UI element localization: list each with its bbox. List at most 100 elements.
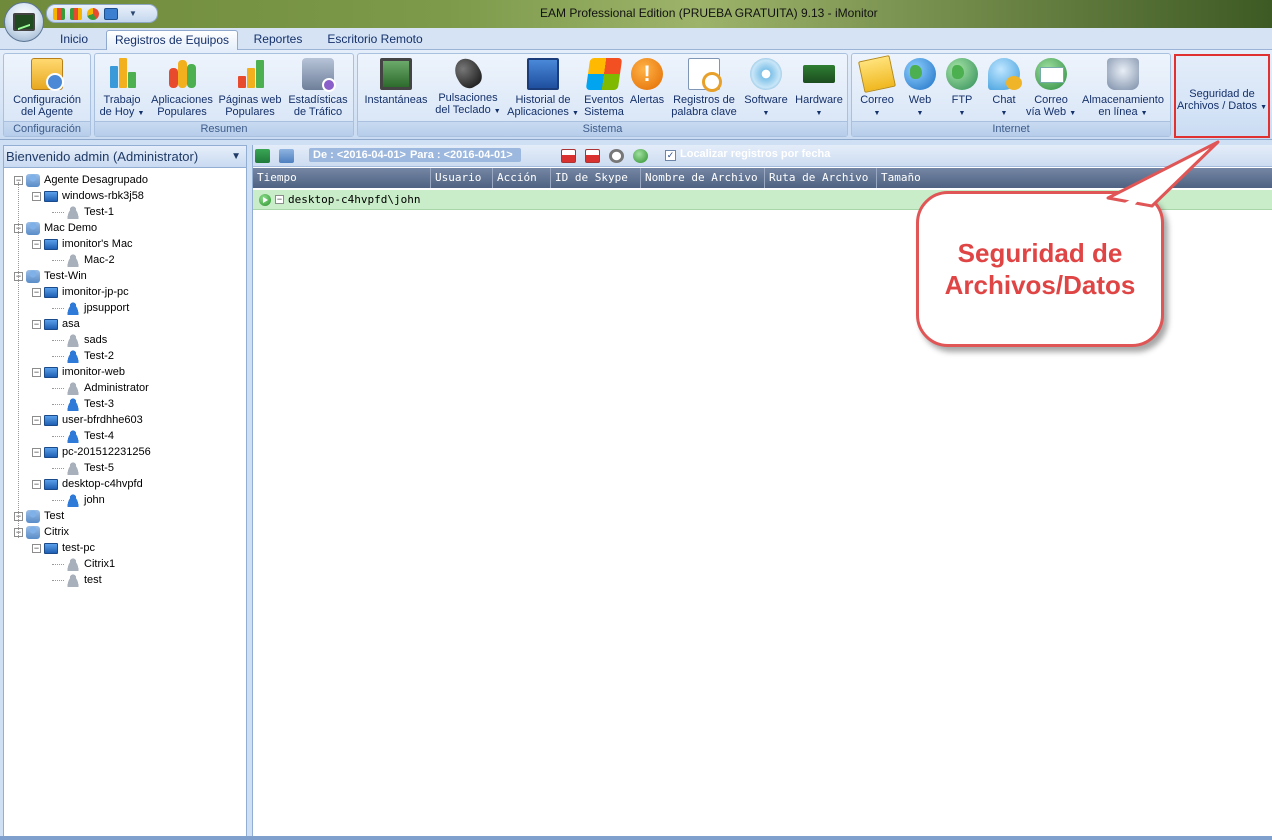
tree-item[interactable]: − Test-Win — [14, 268, 87, 284]
tree-guide-line — [18, 182, 19, 538]
network-icon — [26, 525, 40, 539]
estadisticas-de-trafico-button[interactable]: Estadísticas de Tráfico — [285, 56, 351, 122]
instantaneas-button[interactable]: Instantáneas — [361, 56, 431, 122]
correo-button[interactable]: Correo ▼ — [854, 55, 900, 122]
tree-item[interactable]: Mac-2 — [52, 252, 115, 268]
column-header-nombre-archivo[interactable]: Nombre de Archivo — [641, 168, 765, 188]
tree-item[interactable]: − Mac Demo — [14, 220, 97, 236]
tree-item[interactable]: Test-4 — [52, 428, 114, 444]
collapse-icon[interactable]: − — [32, 543, 41, 553]
config-agent-button[interactable]: Configuración del Agente — [6, 56, 88, 122]
collapse-icon[interactable]: − — [32, 191, 41, 201]
software-button[interactable]: Software ▼ — [741, 56, 791, 122]
tab-inicio[interactable]: Inicio — [50, 30, 98, 50]
column-header-tiempo[interactable]: Tiempo — [253, 168, 431, 188]
tree-item[interactable]: Administrator — [52, 380, 149, 396]
tree-connector — [52, 211, 64, 213]
dropdown-arrow-icon: ▼ — [1000, 110, 1008, 117]
alertas-button[interactable]: ! Alertas — [628, 56, 666, 122]
tree-item[interactable]: Test-3 — [52, 396, 114, 412]
window-title: EAM Professional Edition (PRUEBA GRATUIT… — [540, 6, 878, 20]
tree-item[interactable]: sads — [52, 332, 107, 348]
tree-item-label: john — [84, 494, 105, 506]
collapse-icon[interactable]: − — [32, 287, 41, 297]
tree-item[interactable]: test — [52, 572, 102, 588]
tab-reportes[interactable]: Reportes — [246, 30, 310, 50]
hardware-card-icon — [803, 65, 835, 83]
tree-item[interactable]: Test-2 — [52, 348, 114, 364]
tree-item[interactable]: − asa — [32, 316, 80, 332]
network-icon — [26, 269, 40, 283]
column-header-tamano[interactable]: Tamaño — [877, 168, 1272, 188]
tree-item[interactable]: − pc-201512231256 — [32, 444, 151, 460]
collapse-icon[interactable]: − — [32, 239, 41, 249]
excel-export-icon[interactable] — [255, 149, 270, 163]
ftp-button[interactable]: FTP ▼ — [942, 56, 982, 122]
tab-escritorio-remoto[interactable]: Escritorio Remoto — [318, 30, 432, 50]
chart-icon[interactable] — [53, 7, 65, 20]
expand-icon[interactable]: − — [275, 195, 284, 204]
tree-item[interactable]: − imonitor-jp-pc — [32, 284, 129, 300]
collapse-icon[interactable]: − — [32, 367, 41, 377]
tree-item[interactable]: − user-bfrdhhe603 — [32, 412, 143, 428]
clock-icon[interactable] — [609, 149, 624, 163]
column-header-usuario[interactable]: Usuario — [431, 168, 493, 188]
computer-icon — [44, 542, 58, 554]
collapse-icon[interactable]: − — [32, 319, 41, 329]
tree-item[interactable]: − desktop-c4hvpfd — [32, 476, 143, 492]
calendar-start-icon[interactable] — [561, 149, 576, 163]
app-menu-button[interactable] — [4, 2, 44, 42]
tree-item[interactable]: − Test — [14, 508, 64, 524]
group-resumen: Trabajo de Hoy ▼ Aplicaciones Populares … — [94, 53, 354, 137]
pulsaciones-del-teclado-button[interactable]: Pulsaciones del Teclado ▼ — [433, 54, 503, 122]
eventos-sistema-button[interactable]: Eventos Sistema — [582, 56, 626, 122]
tree-item[interactable]: Test-5 — [52, 460, 114, 476]
collapse-icon[interactable]: − — [32, 447, 41, 457]
registros-palabra-clave-button[interactable]: Registros de palabra clave — [668, 56, 740, 122]
tree-item-label: Test-2 — [84, 350, 114, 362]
correo-via-web-button[interactable]: Correo vía Web ▼ — [1026, 56, 1076, 122]
web-button[interactable]: Web ▼ — [900, 56, 940, 122]
bars-icon[interactable] — [70, 7, 82, 20]
monitor-icon[interactable] — [104, 7, 118, 20]
locate-by-date-label: Localizar registros por fecha — [680, 148, 831, 160]
collapse-icon[interactable]: − — [32, 415, 41, 425]
calendar-end-icon[interactable] — [585, 149, 600, 163]
aplicaciones-populares-button[interactable]: Aplicaciones Populares — [149, 56, 215, 122]
image-export-icon[interactable] — [279, 149, 294, 163]
refresh-icon[interactable] — [633, 149, 648, 163]
tree-item[interactable]: Test-1 — [52, 204, 114, 220]
hardware-button[interactable]: Hardware ▼ — [792, 56, 846, 122]
almacenamiento-en-linea-button[interactable]: Almacenamiento en línea ▼ — [1078, 56, 1168, 122]
tree-item[interactable]: − imonitor-web — [32, 364, 125, 380]
tree-item[interactable]: Citrix1 — [52, 556, 115, 572]
locate-by-date-checkbox[interactable]: ✓ — [665, 150, 676, 161]
quick-access-toolbar[interactable]: ▼ — [46, 4, 158, 23]
trabajo-de-hoy-button[interactable]: Trabajo de Hoy ▼ — [97, 56, 147, 122]
tree-item[interactable]: − windows-rbk3j58 — [32, 188, 144, 204]
qat-dropdown-icon[interactable]: ▼ — [129, 9, 137, 18]
historial-de-aplicaciones-button[interactable]: Historial de Aplicaciones ▼ — [505, 56, 581, 122]
user-online-icon — [66, 349, 80, 363]
chevron-down-icon[interactable]: ▼ — [231, 146, 241, 167]
computer-icon — [44, 190, 58, 202]
tree-item[interactable]: − Citrix — [14, 524, 69, 540]
tree-item[interactable]: − imonitor's Mac — [32, 236, 133, 252]
tree-item[interactable]: john — [52, 492, 105, 508]
chat-button[interactable]: Chat ▼ — [984, 56, 1024, 122]
welcome-header[interactable]: Bienvenido admin (Administrator) ▼ — [4, 146, 246, 168]
dropdown-arrow-icon: ▼ — [1069, 110, 1077, 117]
column-header-id-skype[interactable]: ID de Skype — [551, 168, 641, 188]
tree-item-label: Administrator — [84, 382, 149, 394]
tree-item-label: Test — [44, 510, 65, 522]
paginas-web-populares-button[interactable]: Páginas web Populares — [217, 56, 283, 122]
column-header-accion[interactable]: Acción — [493, 168, 551, 188]
pie-icon[interactable] — [87, 7, 99, 20]
column-header-ruta-archivo[interactable]: Ruta de Archivo — [765, 168, 877, 188]
collapse-icon[interactable]: − — [32, 479, 41, 489]
tab-registros-de-equipos[interactable]: Registros de Equipos — [106, 30, 238, 50]
tree-item[interactable]: − Agente Desagrupado — [14, 172, 148, 188]
tree-item[interactable]: jpsupport — [52, 300, 129, 316]
tree-item[interactable]: − test-pc — [32, 540, 95, 556]
play-icon[interactable] — [259, 193, 271, 206]
